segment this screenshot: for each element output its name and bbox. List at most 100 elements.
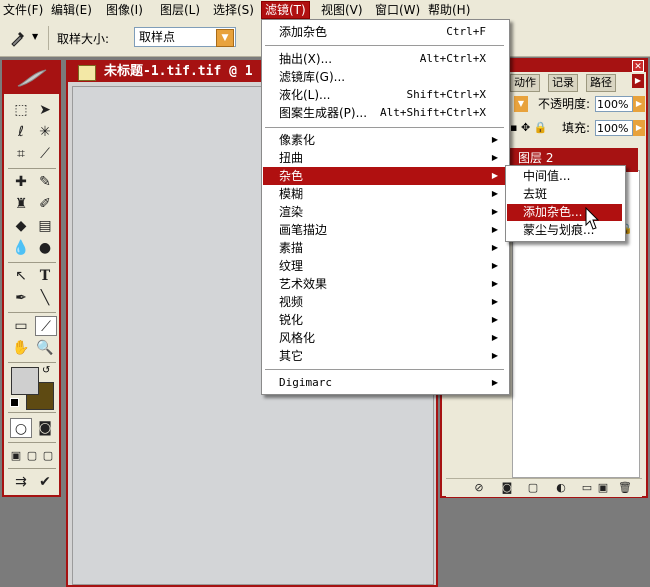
gradient-icon[interactable]: ▤: [34, 216, 56, 236]
opacity-input[interactable]: 100%: [595, 96, 633, 112]
menu-window[interactable]: 窗口(W): [372, 2, 423, 18]
menu-view[interactable]: 视图(V): [318, 2, 366, 18]
divider: [48, 26, 49, 50]
opacity-label: 不透明度:: [538, 97, 591, 111]
quick-mask-icon[interactable]: ◙: [34, 418, 56, 438]
tab-actions[interactable]: 动作: [510, 74, 540, 92]
menu-item-stylize[interactable]: 风格化 ▶: [263, 329, 506, 347]
menu-item-other[interactable]: 其它 ▶: [263, 347, 506, 365]
sample-size-label: 取样大小:: [57, 32, 110, 46]
layer-style-icon[interactable]: ◙: [500, 481, 514, 495]
menu-item-extract[interactable]: 抽出(X)... Alt+Ctrl+X: [263, 50, 506, 68]
menu-item-pattern-maker[interactable]: 图案生成器(P)... Alt+Shift+Ctrl+X: [263, 104, 506, 122]
panel-menu-icon[interactable]: ▶: [632, 74, 644, 88]
brush-icon[interactable]: ✎: [34, 172, 56, 192]
eyedropper-icon[interactable]: [8, 28, 28, 48]
adjustment-layer-icon[interactable]: ◐: [554, 481, 568, 495]
blur-icon[interactable]: 💧: [10, 238, 32, 258]
menu-item-sketch[interactable]: 素描 ▶: [263, 239, 506, 257]
divider: [8, 442, 56, 443]
foreground-color-swatch-top[interactable]: [11, 367, 39, 395]
menu-item-filter-gallery[interactable]: 滤镜库(G)...: [263, 68, 506, 86]
close-icon[interactable]: ✕: [632, 60, 644, 72]
tool-preset-chevron-icon[interactable]: ▼: [32, 32, 42, 42]
move-icon[interactable]: ➤: [34, 100, 56, 120]
chevron-right-icon: ▶: [491, 315, 498, 324]
submenu-item-add-noise[interactable]: 添加杂色...: [507, 204, 622, 221]
edit-in-imageready-icon[interactable]: ✔: [34, 472, 56, 492]
menu-item-texture[interactable]: 纹理 ▶: [263, 257, 506, 275]
menu-help[interactable]: 帮助(H): [425, 2, 473, 18]
type-icon[interactable]: T: [34, 266, 56, 286]
submenu-item-despeckle[interactable]: 去斑: [507, 186, 622, 203]
layer-mask-icon[interactable]: ▢: [526, 481, 540, 495]
screen-mode-menu-icon[interactable]: ▢: [24, 446, 40, 466]
chevron-down-icon[interactable]: ▼: [216, 29, 234, 47]
marquee-icon[interactable]: ⬚: [10, 100, 32, 120]
slice-icon[interactable]: ⟋: [34, 144, 56, 164]
menu-item-artistic[interactable]: 艺术效果 ▶: [263, 275, 506, 293]
tab-history[interactable]: 记录: [548, 74, 578, 92]
menu-select[interactable]: 选择(S): [210, 2, 257, 18]
document-icon: [78, 65, 96, 81]
screen-mode-full-icon[interactable]: ▢: [40, 446, 56, 466]
line-icon[interactable]: ╲: [34, 288, 56, 308]
clone-stamp-icon[interactable]: ♜: [10, 194, 32, 214]
menu-filter[interactable]: 滤镜(T): [261, 1, 310, 19]
menu-layer[interactable]: 图层(L): [157, 2, 203, 18]
divider: [8, 468, 56, 469]
crop-icon[interactable]: ⌗: [10, 144, 32, 164]
screen-mode-standard-icon[interactable]: ▣: [8, 446, 24, 466]
menu-item-brush-strokes[interactable]: 画笔描边 ▶: [263, 221, 506, 239]
tab-paths[interactable]: 路径: [586, 74, 616, 92]
menu-item-video[interactable]: 视频 ▶: [263, 293, 506, 311]
menu-item-digimarc[interactable]: Digimarc ▶: [263, 374, 506, 392]
history-brush-icon[interactable]: ✐: [34, 194, 56, 214]
menu-item-sharpen[interactable]: 锐化 ▶: [263, 311, 506, 329]
notes-icon[interactable]: ▭: [10, 316, 32, 336]
feather-logo-icon[interactable]: [16, 68, 48, 88]
fill-slider-icon[interactable]: ▶: [633, 120, 645, 136]
menu-item-liquify[interactable]: 液化(L)... Shift+Ctrl+X: [263, 86, 506, 104]
sample-size-select[interactable]: 取样点 ▼: [134, 27, 236, 47]
layer-name: 图层 2: [518, 151, 554, 165]
new-layer-icon[interactable]: ▣: [596, 481, 610, 495]
chevron-right-icon: ▶: [491, 378, 498, 387]
menu-image[interactable]: 图像(I): [103, 2, 146, 18]
new-group-icon[interactable]: ▭: [580, 481, 594, 495]
lock-icons[interactable]: ▪ ✥ 🔒: [510, 120, 547, 136]
menu-item-noise[interactable]: 杂色 ▶: [263, 167, 506, 185]
magic-wand-icon[interactable]: ✳: [34, 122, 56, 142]
chevron-right-icon: ▶: [491, 171, 498, 180]
blend-mode-chevron-icon[interactable]: ▼: [514, 96, 528, 112]
default-colors-icon[interactable]: [10, 398, 19, 407]
dodge-icon[interactable]: ●: [34, 238, 56, 258]
hand-icon[interactable]: ✋: [10, 338, 32, 358]
menu-item-pixelate[interactable]: 像素化 ▶: [263, 131, 506, 149]
chevron-right-icon: ▶: [491, 189, 498, 198]
path-selection-icon[interactable]: ↖: [10, 266, 32, 286]
standard-mode-icon[interactable]: ○: [10, 418, 32, 438]
submenu-item-dust-scratches[interactable]: 蒙尘与划痕...: [507, 222, 622, 239]
chevron-right-icon: ▶: [491, 225, 498, 234]
menu-item-blur[interactable]: 模糊 ▶: [263, 185, 506, 203]
healing-brush-icon[interactable]: ✚: [10, 172, 32, 192]
divider: [8, 362, 56, 363]
eyedropper-tool-icon[interactable]: ⟋: [35, 316, 57, 336]
menu-item-render[interactable]: 渲染 ▶: [263, 203, 506, 221]
pen-icon[interactable]: ✒: [10, 288, 32, 308]
fill-input[interactable]: 100%: [595, 120, 633, 136]
menu-edit[interactable]: 编辑(E): [48, 2, 95, 18]
opacity-slider-icon[interactable]: ▶: [633, 96, 645, 112]
jump-to-imageready-icon[interactable]: ⇉: [10, 472, 32, 492]
trash-icon[interactable]: 🗑: [618, 481, 632, 495]
menu-item-distort[interactable]: 扭曲 ▶: [263, 149, 506, 167]
menu-file[interactable]: 文件(F): [0, 2, 46, 18]
eraser-icon[interactable]: ◆: [10, 216, 32, 236]
submenu-item-median[interactable]: 中间值...: [507, 168, 622, 185]
zoom-icon[interactable]: 🔍: [34, 338, 56, 358]
lasso-icon[interactable]: ℓ: [10, 122, 32, 142]
menu-item-last-filter[interactable]: 添加杂色 Ctrl+F: [263, 23, 506, 41]
link-layers-icon[interactable]: ⊘: [472, 481, 486, 495]
swap-colors-icon[interactable]: ↺: [42, 365, 50, 376]
